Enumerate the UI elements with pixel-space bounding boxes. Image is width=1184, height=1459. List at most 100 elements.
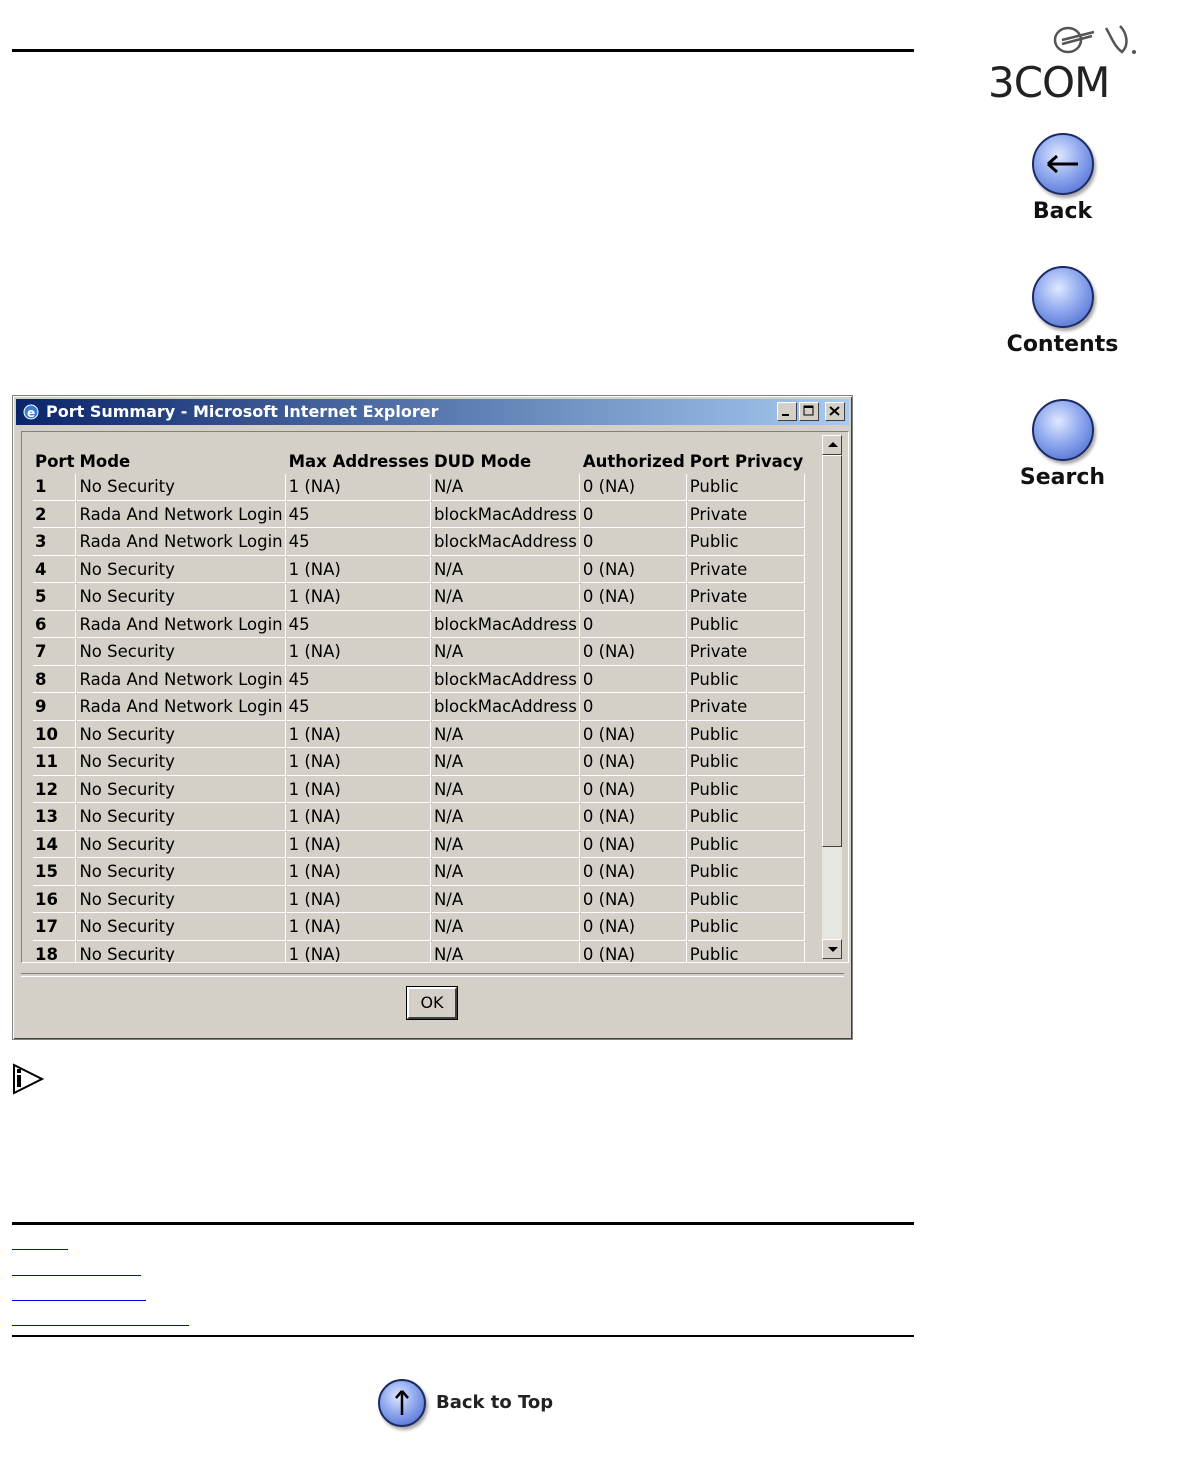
3com-logo: 3COM [988,22,1138,104]
up-arrow-icon [378,1379,426,1427]
maximize-button[interactable] [799,402,819,421]
ok-button[interactable]: OK [407,987,457,1019]
table-cell: 1 (NA) [286,804,431,831]
table-cell: 45 [286,501,431,528]
table-row: 5 No Security 1 (NA) N/A 0 (NA) Private [33,584,806,611]
table-cell: 0 [580,694,687,721]
table-cell: 4 [33,556,77,583]
scroll-thumb[interactable] [822,455,842,847]
table-cell: N/A [431,749,580,776]
table-cell: Rada And Network Login [77,694,286,721]
column-header: Mode [77,449,286,473]
maximize-icon [803,405,814,416]
scroll-up-button[interactable] [822,435,842,455]
table-cell: No Security [77,831,286,858]
table-cell: 15 [33,859,77,886]
table-cell: Public [687,529,806,556]
table-cell: Rada And Network Login [77,501,286,528]
table-row: 13 No Security 1 (NA) N/A 0 (NA) Public [33,804,806,831]
table-cell: 7 [33,639,77,666]
table-cell: 12 [33,776,77,803]
table-cell: Private [687,639,806,666]
table-cell: N/A [431,804,580,831]
table-cell: 0 [580,666,687,693]
footer-top-rule [12,1222,914,1225]
table-cell: 13 [33,804,77,831]
table-cell: 14 [33,831,77,858]
table-cell: 18 [33,941,77,962]
minimize-icon [782,414,789,416]
table-cell: 9 [33,694,77,721]
table-cell: 45 [286,694,431,721]
table-header-row: Port Mode Max Addresses DUD Mode Authorized P… [33,449,806,473]
port-summary-table: Port Mode Max Addresses DUD Mode Authorized P… [32,448,806,962]
table-cell: 10 [33,721,77,748]
port-table-pane[interactable]: Port Mode Max Addresses DUD Mode Authorized P… [21,431,849,963]
footer-link-1[interactable] [12,1246,68,1250]
table-cell: Public [687,859,806,886]
window-footer-divider [21,973,844,977]
table-cell: Public [687,611,806,638]
table-cell: 0 (NA) [580,721,687,748]
table-row: 2 Rada And Network Login 45 blockMacAddress… [33,501,806,528]
table-cell: blockMacAddress [431,611,580,638]
table-cell: 0 (NA) [580,776,687,803]
table-cell: 17 [33,914,77,941]
table-cell: No Security [77,859,286,886]
table-cell: Private [687,556,806,583]
back-to-top-label: Back to Top [436,1392,554,1413]
table-cell: 1 [33,474,77,501]
table-cell: Public [687,666,806,693]
table-cell: 1 (NA) [286,556,431,583]
contents-button[interactable]: Contents [990,266,1135,357]
footer-link-4[interactable] [12,1322,189,1326]
svg-text:e: e [27,406,35,420]
table-cell: 0 (NA) [580,556,687,583]
table-cell: 16 [33,886,77,913]
scroll-down-button[interactable] [822,939,842,959]
vertical-scrollbar[interactable] [822,435,842,959]
table-cell: 0 (NA) [580,859,687,886]
table-cell: 0 (NA) [580,914,687,941]
table-row: 6 Rada And Network Login 45 blockMacAddress… [33,611,806,638]
close-button[interactable] [825,402,845,421]
table-cell: 0 [580,501,687,528]
table-cell: 1 (NA) [286,721,431,748]
table-cell: Public [687,831,806,858]
table-cell: Rada And Network Login [77,611,286,638]
table-row: 8 Rada And Network Login 45 blockMacAddress… [33,666,806,693]
minimize-button[interactable] [777,402,797,421]
window-titlebar: e Port Summary - Microsoft Internet Expl… [16,399,849,425]
table-cell: 1 (NA) [286,859,431,886]
column-header: DUD Mode [431,449,580,473]
table-cell: Public [687,749,806,776]
table-row: 7 No Security 1 (NA) N/A 0 (NA) Private [33,639,806,666]
back-to-top-button[interactable]: Back to Top [378,1379,558,1429]
footer-link-3[interactable] [12,1297,146,1301]
table-cell: 0 (NA) [580,584,687,611]
table-row: 11 No Security 1 (NA) N/A 0 (NA) Public [33,749,806,776]
table-cell: Public [687,886,806,913]
table-cell: blockMacAddress [431,694,580,721]
table-cell: 8 [33,666,77,693]
table-cell: 0 (NA) [580,804,687,831]
table-cell: N/A [431,639,580,666]
table-cell: 0 (NA) [580,831,687,858]
table-cell: Private [687,694,806,721]
table-cell: Private [687,501,806,528]
table-cell: No Security [77,584,286,611]
table-cell: No Security [77,749,286,776]
table-body: 1 No Security 1 (NA) N/A 0 (NA) Public 2 Rada A… [33,474,806,962]
search-button[interactable]: Search [990,399,1135,490]
table-cell: No Security [77,639,286,666]
top-rule [12,49,914,52]
table-row: 3 Rada And Network Login 45 blockMacAddress… [33,529,806,556]
table-cell: N/A [431,556,580,583]
table-cell: 0 [580,611,687,638]
search-label: Search [1019,465,1106,490]
back-button[interactable]: Back [990,133,1135,224]
table-cell: N/A [431,914,580,941]
footer-link-2[interactable] [12,1272,141,1276]
window-title: Port Summary - Microsoft Internet Explor… [46,402,439,421]
table-cell: 0 (NA) [580,749,687,776]
